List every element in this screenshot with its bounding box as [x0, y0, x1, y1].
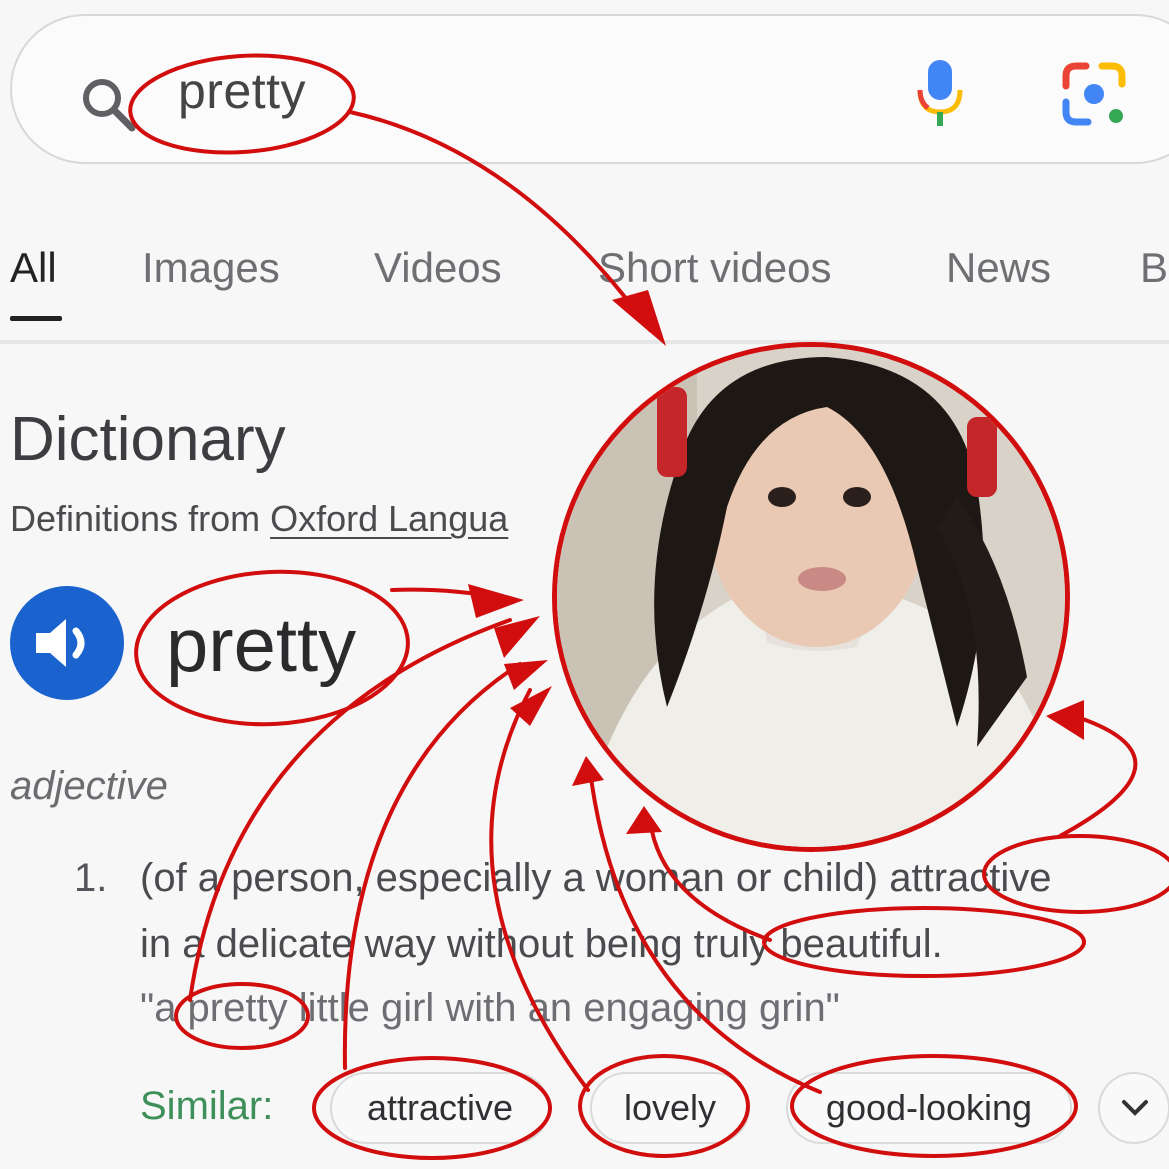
annotation-arrow-attractive-def [1058, 716, 1138, 838]
oxford-languages-link[interactable]: Oxford Langua [270, 498, 508, 539]
annotation-arrowhead [504, 660, 548, 690]
part-of-speech: adjective [10, 764, 168, 808]
tab-images[interactable]: Images [142, 244, 280, 292]
active-tab-indicator [10, 316, 62, 321]
tab-videos[interactable]: Videos [374, 244, 502, 292]
similar-label: Similar: [140, 1084, 274, 1128]
similar-chip-lovely[interactable]: lovely [590, 1072, 750, 1144]
definitions-source: Definitions from Oxford Langua [10, 498, 508, 540]
chevron-down-icon [1122, 1100, 1148, 1116]
tab-short-videos[interactable]: Short videos [598, 244, 831, 292]
tab-more[interactable]: B [1140, 244, 1168, 292]
speaker-icon [36, 619, 85, 667]
search-results-page: pretty All Images Videos Short videos Ne… [0, 0, 1169, 1169]
source-prefix: Definitions from [10, 498, 271, 539]
dictionary-title: Dictionary [10, 405, 286, 474]
tab-news[interactable]: News [946, 244, 1051, 292]
definition-line-1: (of a person, especially a woman or chil… [140, 856, 1052, 900]
annotation-arrowhead [626, 806, 662, 834]
annotation-arrowhead [510, 686, 552, 726]
tab-all[interactable]: All [10, 244, 57, 292]
search-icon[interactable] [80, 76, 136, 132]
annotation-arrowhead [1046, 700, 1084, 740]
google-lens-icon[interactable] [1058, 58, 1130, 130]
expand-similar-button[interactable] [1098, 1072, 1169, 1144]
headword: pretty [166, 603, 357, 688]
microphone-icon[interactable] [912, 58, 968, 128]
pronunciation-button[interactable] [10, 586, 124, 700]
similar-chip-attractive[interactable]: attractive [330, 1072, 550, 1144]
tabs-divider [0, 340, 1169, 344]
search-tabs: All Images Videos Short videos News B [0, 244, 1169, 334]
annotation-arrow-headword [390, 587, 502, 600]
annotation-arrowhead [494, 616, 540, 658]
similar-chip-good-looking[interactable]: good-looking [786, 1072, 1072, 1144]
annotation-arrowhead [572, 756, 604, 786]
circled-photo [552, 342, 1070, 852]
search-input[interactable]: pretty [178, 62, 306, 120]
definition-number: 1. [74, 856, 108, 900]
annotation-arrowhead [468, 584, 524, 618]
usage-example: "a pretty little girl with an engaging g… [140, 986, 840, 1030]
definition-line-2: in a delicate way without being truly be… [140, 922, 943, 966]
